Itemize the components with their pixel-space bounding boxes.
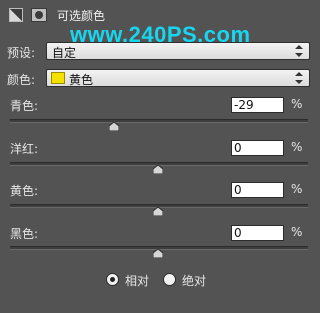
layer-mask-icon[interactable] [31, 8, 47, 22]
colors-select[interactable]: 黄色 [46, 69, 310, 87]
black-input[interactable]: 0 [231, 225, 284, 241]
colors-label: 颜色: [7, 73, 36, 87]
absolute-radio[interactable] [163, 273, 176, 286]
preset-value: 自定 [52, 46, 77, 60]
yellow-slider-thumb[interactable] [153, 207, 163, 216]
cyan-input[interactable]: -29 [231, 97, 284, 113]
relative-radio[interactable] [106, 273, 119, 286]
yellow-label: 黄色: [10, 184, 39, 198]
black-slider-thumb[interactable] [153, 249, 163, 258]
yellow-percent: % [291, 182, 303, 196]
colors-value: 黄色 [69, 73, 94, 87]
dropdown-arrows-icon [295, 72, 303, 84]
dropdown-arrows-icon [295, 45, 303, 57]
magenta-percent: % [291, 140, 303, 154]
magenta-input[interactable]: 0 [231, 140, 284, 156]
panel-header: 可选颜色 www.240PS.com [0, 0, 318, 47]
magenta-label: 洋红: [10, 142, 39, 156]
black-label: 黑色: [10, 227, 39, 241]
cyan-slider-thumb[interactable] [109, 122, 119, 131]
relative-label: 相对 [125, 274, 150, 288]
cyan-percent: % [291, 97, 303, 111]
cyan-slider-track[interactable] [10, 119, 308, 123]
magenta-slider-thumb[interactable] [153, 165, 163, 174]
preset-label: 预设: [7, 46, 36, 60]
color-swatch [51, 72, 65, 84]
cyan-label: 青色: [10, 99, 39, 113]
yellow-input[interactable]: 0 [231, 182, 284, 198]
radio-selected-dot [110, 277, 115, 282]
selective-color-panel: 可选颜色 www.240PS.com 预设: 自定 颜色: 黄色 青色: -29… [0, 0, 318, 313]
mask-dot [35, 11, 43, 19]
black-percent: % [291, 225, 303, 239]
adjustment-layer-icon[interactable] [9, 8, 23, 22]
preset-select[interactable]: 自定 [46, 42, 310, 60]
absolute-label: 绝对 [182, 274, 207, 288]
